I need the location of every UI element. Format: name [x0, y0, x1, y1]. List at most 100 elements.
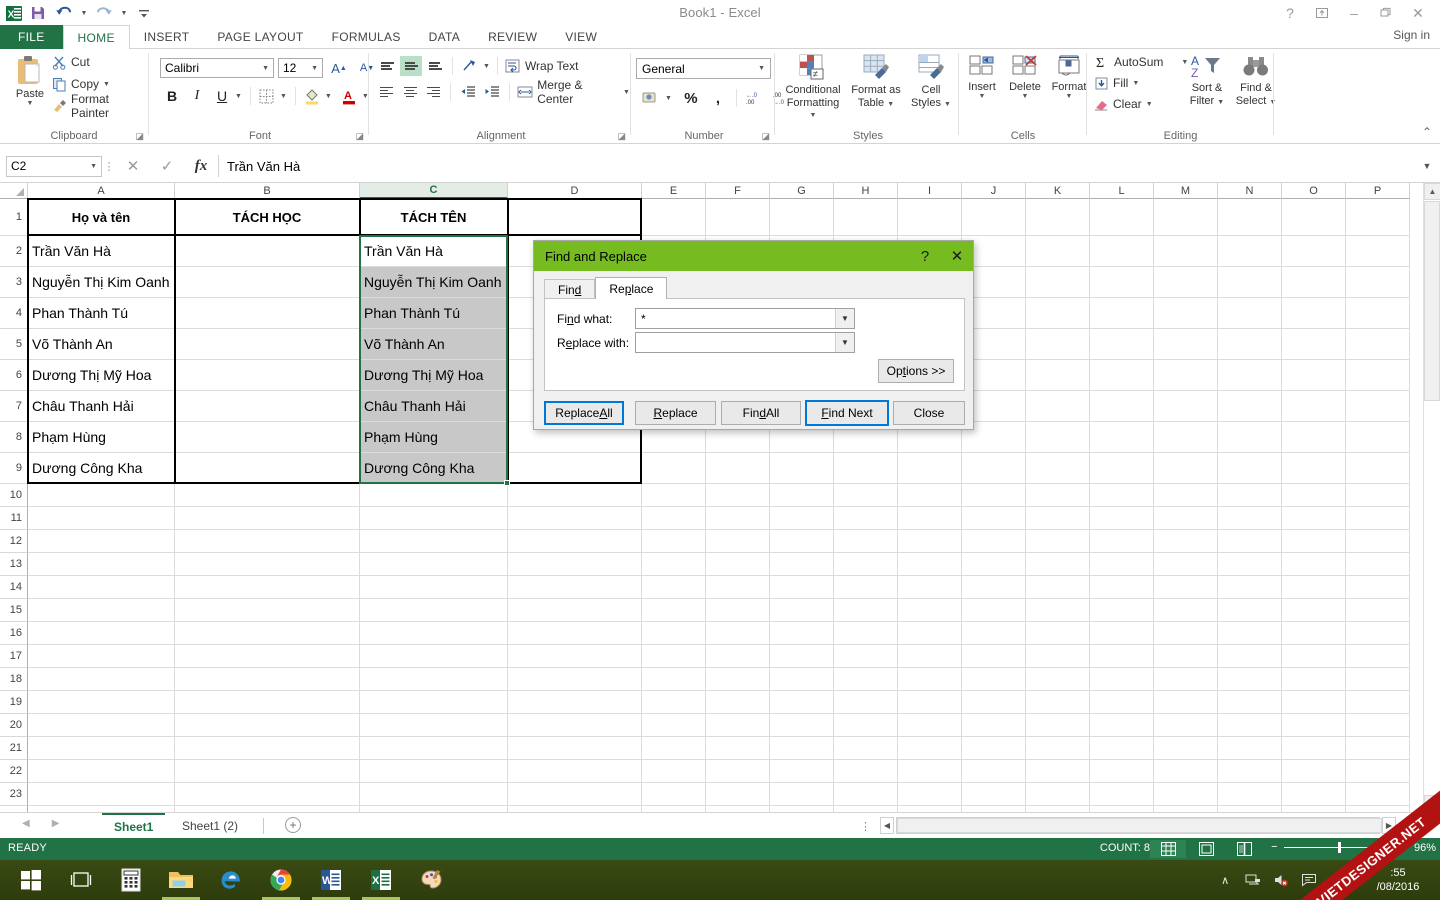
- row-header-6[interactable]: 6: [0, 360, 28, 391]
- underline-dropdown-icon[interactable]: ▼: [235, 93, 242, 100]
- orientation-icon[interactable]: [459, 56, 481, 76]
- new-sheet-button[interactable]: +: [285, 817, 301, 833]
- replace-all-button[interactable]: Replace All: [544, 401, 624, 425]
- hscroll-left-arrow[interactable]: ◀: [880, 817, 894, 834]
- replace-with-combo[interactable]: ▼: [635, 332, 855, 353]
- clear-button[interactable]: Clear ▼: [1094, 95, 1188, 113]
- row-header-12[interactable]: 12: [0, 530, 28, 553]
- clipboard-dialog-launcher[interactable]: ◪: [135, 131, 144, 142]
- row-header-1[interactable]: 1: [0, 199, 28, 236]
- cell-styles-button[interactable]: Cell Styles ▼: [908, 53, 954, 110]
- tab-data[interactable]: DATA: [415, 25, 474, 49]
- fill-color-icon[interactable]: [300, 85, 324, 107]
- clock[interactable]: :55 /08/2016: [1362, 866, 1434, 894]
- decrease-indent-icon[interactable]: [457, 82, 478, 102]
- horizontal-scrollbar[interactable]: [896, 817, 1380, 834]
- insert-function-icon[interactable]: fx: [184, 155, 218, 177]
- row-header-10[interactable]: 10: [0, 484, 28, 507]
- tab-replace[interactable]: Replace: [595, 277, 667, 299]
- column-header-f[interactable]: F: [706, 183, 770, 199]
- align-top-icon[interactable]: [376, 56, 398, 76]
- number-format-dropdown-icon[interactable]: ▼: [758, 65, 765, 72]
- formula-input[interactable]: Trần Văn Hà: [218, 155, 1414, 177]
- zoom-slider-thumb[interactable]: [1338, 842, 1341, 853]
- find-next-button[interactable]: Find Next: [805, 400, 889, 426]
- merge-center-dropdown-icon[interactable]: ▼: [623, 89, 630, 96]
- row-header-23[interactable]: 23: [0, 783, 28, 806]
- tab-review[interactable]: REVIEW: [474, 25, 551, 49]
- font-dialog-launcher[interactable]: ◪: [355, 131, 364, 142]
- row-header-21[interactable]: 21: [0, 737, 28, 760]
- microsoft-excel-icon[interactable]: X: [356, 860, 406, 900]
- microsoft-word-icon[interactable]: W: [306, 860, 356, 900]
- insert-cells-button[interactable]: Insert ▼: [962, 54, 1002, 100]
- column-header-h[interactable]: H: [834, 183, 898, 199]
- zoom-level[interactable]: 96%: [1414, 842, 1436, 854]
- network-icon[interactable]: [1240, 860, 1266, 900]
- bold-button[interactable]: B: [160, 85, 184, 107]
- replace-with-dropdown-icon[interactable]: ▼: [835, 333, 854, 352]
- zoom-control[interactable]: − +: [1271, 841, 1406, 853]
- column-header-e[interactable]: E: [642, 183, 706, 199]
- row-header-8[interactable]: 8: [0, 422, 28, 453]
- align-center-icon[interactable]: [399, 82, 420, 102]
- percent-style-button[interactable]: %: [679, 87, 703, 109]
- scroll-down-arrow[interactable]: ▼: [1424, 795, 1440, 812]
- dialog-title-bar[interactable]: Find and Replace ? ✕: [534, 241, 973, 271]
- row-header-22[interactable]: 22: [0, 760, 28, 783]
- find-all-button[interactable]: Find All: [721, 401, 801, 425]
- horizontal-scroll-thumb[interactable]: [897, 818, 1382, 833]
- vertical-scroll-thumb[interactable]: [1424, 201, 1440, 401]
- column-header-d[interactable]: D: [508, 183, 642, 199]
- next-sheet-icon[interactable]: ▶: [52, 818, 60, 829]
- dialog-close-button[interactable]: ✕: [941, 241, 973, 271]
- font-name-dropdown-icon[interactable]: ▼: [262, 65, 269, 72]
- insert-dropdown-icon[interactable]: ▼: [979, 93, 986, 100]
- increase-indent-icon[interactable]: [481, 82, 502, 102]
- align-left-icon[interactable]: [376, 82, 397, 102]
- font-name-input[interactable]: Calibri ▼: [160, 58, 274, 78]
- row-header-20[interactable]: 20: [0, 714, 28, 737]
- tab-formulas[interactable]: FORMULAS: [318, 25, 415, 49]
- column-header-n[interactable]: N: [1218, 183, 1282, 199]
- column-header-a[interactable]: A: [28, 183, 175, 199]
- delete-cells-button[interactable]: Delete ▼: [1004, 54, 1046, 100]
- row-header-3[interactable]: 3: [0, 267, 28, 298]
- sign-in-link[interactable]: Sign in: [1393, 28, 1430, 42]
- task-view-button[interactable]: [56, 860, 106, 900]
- tab-find[interactable]: Find: [544, 279, 595, 299]
- fill-color-dropdown-icon[interactable]: ▼: [325, 93, 332, 100]
- fill-dropdown-icon[interactable]: ▼: [1132, 80, 1139, 87]
- italic-button[interactable]: I: [185, 85, 209, 107]
- row-header-7[interactable]: 7: [0, 391, 28, 422]
- sort-filter-button[interactable]: AZ Sort & Filter ▼: [1184, 53, 1230, 108]
- vertical-scrollbar[interactable]: ▲ ▼: [1423, 183, 1440, 812]
- fill-button[interactable]: Fill ▼: [1094, 74, 1188, 92]
- show-hidden-icons[interactable]: ∧: [1212, 860, 1238, 900]
- scroll-up-arrow[interactable]: ▲: [1424, 183, 1440, 200]
- accounting-dropdown-icon[interactable]: ▼: [665, 95, 672, 102]
- clear-dropdown-icon[interactable]: ▼: [1146, 101, 1153, 108]
- options-button[interactable]: Options >>: [878, 359, 954, 383]
- ribbon-display-options-icon[interactable]: [1306, 2, 1338, 24]
- borders-dropdown-icon[interactable]: ▼: [280, 93, 287, 100]
- page-layout-view-icon[interactable]: [1188, 840, 1224, 858]
- page-break-view-icon[interactable]: [1226, 840, 1262, 858]
- select-all-corner[interactable]: [0, 183, 28, 199]
- format-painter-button[interactable]: Format Painter: [52, 97, 148, 115]
- restore-button[interactable]: [1370, 2, 1402, 24]
- align-bottom-icon[interactable]: [424, 56, 446, 76]
- underline-button[interactable]: U: [210, 85, 234, 107]
- collapse-ribbon-icon[interactable]: ⌃: [1422, 125, 1432, 139]
- number-format-select[interactable]: General ▼: [636, 58, 771, 79]
- column-header-l[interactable]: L: [1090, 183, 1154, 199]
- language-indicator[interactable]: ENG: [1324, 874, 1360, 886]
- row-header-16[interactable]: 16: [0, 622, 28, 645]
- tab-home[interactable]: HOME: [63, 25, 130, 50]
- increase-font-size-icon[interactable]: A▲: [327, 57, 351, 79]
- name-box[interactable]: C2 ▼: [6, 156, 102, 177]
- dialog-help-button[interactable]: ?: [909, 241, 941, 271]
- column-header-c[interactable]: C: [360, 183, 508, 199]
- row-header-14[interactable]: 14: [0, 576, 28, 599]
- microsoft-edge-icon[interactable]: [206, 860, 256, 900]
